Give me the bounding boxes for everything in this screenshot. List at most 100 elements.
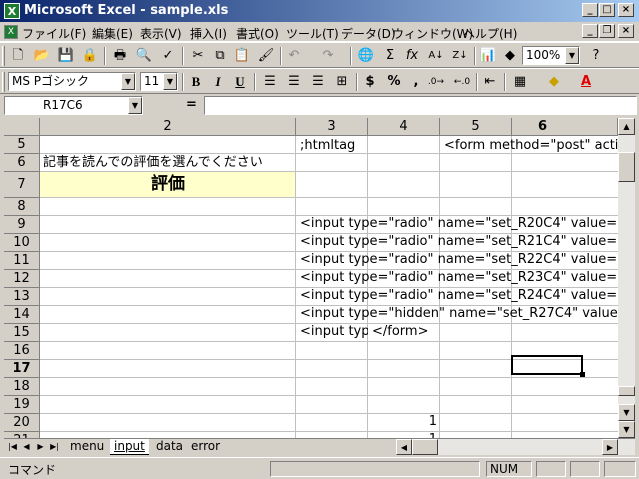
cell-r5c5[interactable]: <form method="post" action: [444, 137, 618, 154]
font-size-select[interactable]: 11 ▼: [140, 72, 178, 91]
font-select[interactable]: MS Pゴシック ▼: [8, 72, 136, 91]
increase-decimal-icon[interactable]: .0→: [426, 72, 446, 92]
scroll-right-icon[interactable]: ▶: [602, 439, 618, 455]
chevron-down-icon[interactable]: ▼: [121, 73, 135, 90]
autosum-icon[interactable]: Σ: [380, 46, 400, 66]
menu-view[interactable]: 表示(V): [140, 25, 182, 42]
cell-r10c3[interactable]: <input type="radio" name="set_R21C4" val…: [300, 233, 618, 250]
scroll-thumb[interactable]: [618, 152, 635, 182]
decrease-decimal-icon[interactable]: ←.0: [452, 72, 472, 92]
cell-r13c3[interactable]: <input type="radio" name="set_R24C4" val…: [300, 287, 618, 304]
row-header-14[interactable]: 14: [4, 306, 40, 324]
cell-r6c2[interactable]: 記事を読んでの評価を選んでください: [43, 154, 263, 171]
cell-r15c3[interactable]: <input type: [300, 323, 368, 340]
merge-center-icon[interactable]: ⊞: [332, 72, 352, 92]
row-header-9[interactable]: 9: [4, 216, 40, 234]
split-box[interactable]: [618, 386, 635, 396]
first-sheet-icon[interactable]: |◀: [6, 440, 19, 454]
column-header-6[interactable]: 6: [512, 118, 618, 136]
row-header-18[interactable]: 18: [4, 378, 40, 396]
cut-icon[interactable]: ✂: [188, 46, 208, 66]
align-left-icon[interactable]: ☰: [260, 72, 280, 92]
row-header-6[interactable]: 6: [4, 154, 40, 172]
function-icon[interactable]: fx: [402, 46, 422, 66]
formula-input[interactable]: [204, 96, 637, 115]
column-header-5[interactable]: 5: [440, 118, 512, 136]
new-icon[interactable]: 🗋: [8, 46, 28, 66]
align-right-icon[interactable]: ☰: [308, 72, 328, 92]
help-icon[interactable]: ?: [586, 46, 606, 66]
row-header-10[interactable]: 10: [4, 234, 40, 252]
comma-button[interactable]: ,: [406, 72, 426, 92]
hyperlink-icon[interactable]: 🌐: [356, 46, 376, 66]
excel-icon[interactable]: X: [4, 3, 20, 19]
name-box[interactable]: R17C6 ▼: [4, 96, 143, 115]
paste-icon[interactable]: 📋: [232, 46, 252, 66]
last-sheet-icon[interactable]: ▶|: [48, 440, 61, 454]
menu-data[interactable]: データ(D): [341, 25, 396, 42]
print-preview-icon[interactable]: 🔍: [134, 46, 154, 66]
bold-button[interactable]: B: [186, 72, 206, 92]
cell-r20c4[interactable]: 1: [368, 413, 437, 430]
column-header-4[interactable]: 4: [368, 118, 440, 136]
cell-r15c4[interactable]: </form>: [372, 323, 428, 340]
undo-icon[interactable]: ↶: [284, 46, 304, 66]
chart-wizard-icon[interactable]: 📊: [478, 46, 498, 66]
spelling-icon[interactable]: ✓: [158, 46, 178, 66]
menu-edit[interactable]: 編集(E): [92, 25, 133, 42]
row-header-15[interactable]: 15: [4, 324, 40, 342]
sheet-tab-menu[interactable]: menu: [66, 439, 108, 455]
scroll-down-icon[interactable]: ▼: [618, 404, 635, 421]
column-header-2[interactable]: 2: [40, 118, 296, 136]
sort-ascending-icon[interactable]: A↓: [426, 46, 446, 66]
chevron-down-icon[interactable]: ▼: [128, 97, 142, 114]
font-color-icon[interactable]: A: [576, 72, 596, 92]
row-header-12[interactable]: 12: [4, 270, 40, 288]
decrease-indent-icon[interactable]: ⇤: [480, 72, 500, 92]
cell-r11c3[interactable]: <input type="radio" name="set_R22C4" val…: [300, 251, 618, 268]
row-header-19[interactable]: 19: [4, 396, 40, 414]
row-header-16[interactable]: 16: [4, 342, 40, 360]
menu-window[interactable]: ウィンドウ(W): [392, 25, 473, 42]
menu-format[interactable]: 書式(O): [236, 25, 279, 42]
cell-r9c3[interactable]: <input type="radio" name="set_R20C4" val…: [300, 215, 618, 232]
zoom-select[interactable]: 100% ▼: [522, 46, 580, 65]
scroll-down-extra-icon[interactable]: ▼: [618, 421, 635, 438]
chevron-down-icon[interactable]: ▼: [565, 47, 579, 64]
cell-r5c3[interactable]: ;htmltag: [300, 137, 355, 154]
prev-sheet-icon[interactable]: ◀: [20, 440, 33, 454]
doc-minimize-icon[interactable]: _: [582, 24, 598, 38]
row-header-20[interactable]: 20: [4, 414, 40, 432]
permission-icon[interactable]: 🔒: [80, 46, 100, 66]
next-sheet-icon[interactable]: ▶: [34, 440, 47, 454]
underline-button[interactable]: U: [230, 72, 250, 92]
menu-insert[interactable]: 挿入(I): [190, 25, 227, 42]
column-header-3[interactable]: 3: [296, 118, 368, 136]
horizontal-scrollbar[interactable]: ◀ ▶: [396, 439, 635, 455]
cell-r7c2[interactable]: 評価: [40, 173, 296, 195]
drawing-icon[interactable]: ◆: [500, 46, 520, 66]
sheet-tab-input[interactable]: input: [110, 439, 149, 455]
sheet-tab-error[interactable]: error: [187, 439, 224, 455]
cell-r12c3[interactable]: <input type="radio" name="set_R23C4" val…: [300, 269, 618, 286]
row-header-17[interactable]: 17: [4, 360, 40, 378]
row-header-8[interactable]: 8: [4, 198, 40, 216]
doc-restore-icon[interactable]: ❐: [599, 24, 615, 38]
doc-close-icon[interactable]: ×: [618, 24, 634, 38]
save-icon[interactable]: 💾: [56, 46, 76, 66]
vertical-scrollbar[interactable]: ▲ ▼ ▼: [618, 118, 635, 438]
menu-file[interactable]: ファイル(F): [22, 25, 86, 42]
menu-help[interactable]: ヘルプ(H): [463, 25, 517, 42]
redo-icon[interactable]: ↷: [318, 46, 338, 66]
scroll-up-icon[interactable]: ▲: [618, 118, 635, 135]
hscroll-thumb[interactable]: [412, 439, 438, 455]
row-header-7[interactable]: 7: [4, 172, 40, 198]
worksheet-grid[interactable]: 2 3 4 5 6 56789101112131415161718192021 …: [4, 118, 618, 438]
close-icon[interactable]: ×: [618, 3, 634, 17]
italic-button[interactable]: I: [208, 72, 228, 92]
row-header-5[interactable]: 5: [4, 136, 40, 154]
copy-icon[interactable]: ⧉: [210, 46, 230, 66]
percent-button[interactable]: %: [384, 72, 404, 92]
row-header-13[interactable]: 13: [4, 288, 40, 306]
sort-descending-icon[interactable]: Z↓: [450, 46, 470, 66]
